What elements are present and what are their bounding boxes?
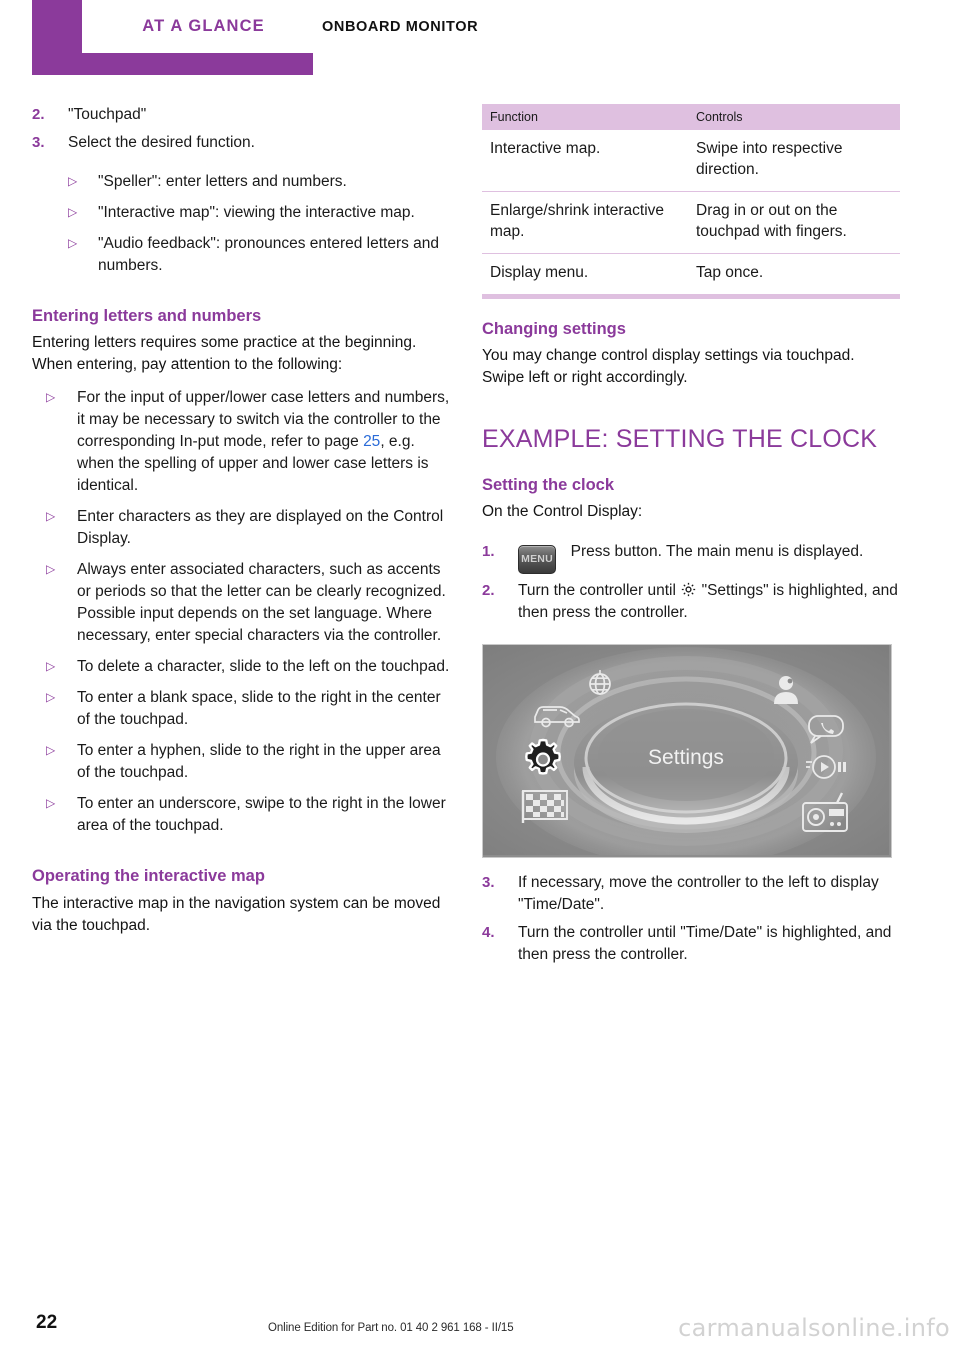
list-item-text: To delete a character, slide to the left… [77,658,450,676]
right-column: Function Controls Interactive map. Swipe… [482,104,900,972]
page-title: EXAMPLE: SETTING THE CLOCK [482,425,878,454]
figure-center-label: Settings [648,746,724,769]
step-number: 3. [482,873,495,891]
table-header: Function Controls [482,104,900,130]
section-intro-paragraph: Entering letters requires some practice … [32,334,417,374]
list-item-text: Enter characters as they are displayed o… [77,508,444,548]
list-item: ▷ To delete a character, slide to the le… [32,656,450,678]
table-header-row: Function Controls [482,104,900,130]
list-item: ▷ To enter a hyphen, slide to the right … [32,740,450,784]
entering-letters-bullets: ▷ For the input of upper/lower case lett… [32,387,450,837]
list-item: ▷ For the input of upper/lower case lett… [32,387,450,497]
list-item-text: "Interactive map": viewing the interacti… [98,204,415,221]
chapter-tab-inner: AT A GLANCE [82,0,325,53]
section-heading-entering-letters: Entering letters and numbers [32,307,262,325]
step-text: "Touchpad" [68,106,147,123]
table-cell-function: Enlarge/shrink interactive map. [482,191,688,254]
list-item-text: To enter a hyphen, slide to the right in… [77,742,441,782]
step-text: If necessary, move the controller to the… [518,873,879,913]
page-header: AT A GLANCE ONBOARD MONITOR [0,0,960,80]
triangle-bullet-icon: ▷ [46,690,56,705]
section-heading-setting-the-clock: Setting the clock [482,475,615,494]
table-cell-controls: Tap once. [688,253,900,299]
interactive-map-paragraph: The interactive map in the navigation sy… [32,894,441,934]
table-cell-function: Interactive map. [482,130,688,192]
triangle-bullet-icon: ▷ [46,509,56,524]
setting-clock-step-list-continued: 3. If necessary, move the controller to … [482,872,900,966]
step-text: Select the desired function. [68,134,255,151]
table-header-controls: Controls [688,104,900,130]
idrive-menu-illustration: Settings [483,644,889,855]
table-row: Display menu. Tap once. [482,253,900,299]
step-number: 4. [482,923,495,941]
page-footer: 22 Online Edition for Part no. 01 40 2 9… [0,1298,960,1362]
edition-notice: Online Edition for Part no. 01 40 2 961 … [268,1322,514,1334]
page-number: 22 [36,1312,58,1333]
idrive-main-menu-figure: Settings [482,643,892,858]
changing-settings-paragraph: You may change control display settings … [482,347,855,387]
list-item: 4. Turn the controller until "Time/Date"… [482,922,900,966]
list-item: ▷ "Speller": enter letters and numbers. [32,171,450,193]
function-controls-table: Function Controls Interactive map. Swipe… [482,104,900,299]
table-cell-function: Display menu. [482,253,688,299]
list-item: ▷ To enter a blank space, slide to the r… [32,687,450,731]
step-text: Turn the controller until "Time/Date" is… [518,923,892,963]
section-heading-interactive-map: Operating the interactive map [32,867,265,886]
chapter-tab-block: AT A GLANCE [32,0,325,75]
watermark-text: carmanualsonline.info [678,1314,950,1342]
list-item-text: To enter a blank space, slide to the rig… [77,689,441,729]
continued-step-list: 2. "Touchpad" 3. Select the desired func… [32,104,450,154]
page-reference-link[interactable]: 25 [363,433,380,450]
triangle-bullet-icon: ▷ [68,236,78,250]
step-text-before-icon: Turn the controller until [518,581,676,599]
list-item: ▷ To enter an underscore, swipe to the r… [32,793,450,837]
list-item-text: To enter an underscore, swipe to the rig… [77,795,446,835]
running-head-label: ONBOARD MONITOR [322,18,479,35]
triangle-bullet-icon: ▷ [46,743,56,758]
list-item-text: For the input of upper/lower case letter… [77,389,449,494]
table-cell-controls: Drag in or out on the touchpad with fing… [688,191,900,254]
gear-icon [680,581,697,598]
step-text: Press button. The main menu is displayed… [570,542,864,560]
list-item: 3. Select the desired function. [32,132,450,154]
chapter-tab-label: AT A GLANCE [142,17,265,35]
triangle-bullet-icon: ▷ [46,562,56,577]
list-item: 2. Turn the controller until "Settings" … [482,580,900,624]
list-item: 2. "Touchpad" [32,104,450,126]
list-item-text: Always enter associated characters, such… [77,561,446,645]
triangle-bullet-icon: ▷ [46,659,56,674]
table-header-function: Function [482,104,688,130]
table-body: Interactive map. Swipe into respective d… [482,130,900,299]
step-number: 2. [482,581,495,599]
list-item: 1. MENU Press button. The main menu is d… [482,541,900,574]
step-number: 2. [32,106,45,123]
triangle-bullet-icon: ▷ [46,796,56,811]
checkered-flag-icon [521,790,568,823]
list-item: ▷ Always enter associated characters, su… [32,559,450,647]
list-item-text: "Audio feedback": pronounces entered let… [98,235,440,274]
triangle-bullet-icon: ▷ [68,174,78,188]
triangle-bullet-icon: ▷ [68,205,78,219]
table-row: Interactive map. Swipe into respective d… [482,130,900,192]
step-number: 3. [32,134,45,151]
left-column: 2. "Touchpad" 3. Select the desired func… [32,104,450,937]
list-item-text: "Speller": enter letters and numbers. [98,173,347,190]
menu-button-icon[interactable]: MENU [518,544,556,574]
table-cell-controls: Swipe into respective direction. [688,130,900,192]
table-row: Enlarge/shrink interactive map. Drag in … [482,191,900,254]
list-item: 3. If necessary, move the controller to … [482,872,900,916]
function-options-list: ▷ "Speller": enter letters and numbers. … [32,171,450,277]
list-item: ▷ "Audio feedback": pronounces entered l… [32,233,450,277]
list-item: ▷ Enter characters as they are displayed… [32,506,450,550]
setting-clock-step-list: 1. MENU Press button. The main menu is d… [482,541,900,624]
section-heading-changing-settings: Changing settings [482,319,626,338]
gear-settings-icon [525,738,561,775]
list-item: ▷ "Interactive map": viewing the interac… [32,202,450,224]
triangle-bullet-icon: ▷ [46,390,56,405]
step-number: 1. [482,542,495,560]
setting-clock-intro: On the Control Display: [482,502,643,520]
